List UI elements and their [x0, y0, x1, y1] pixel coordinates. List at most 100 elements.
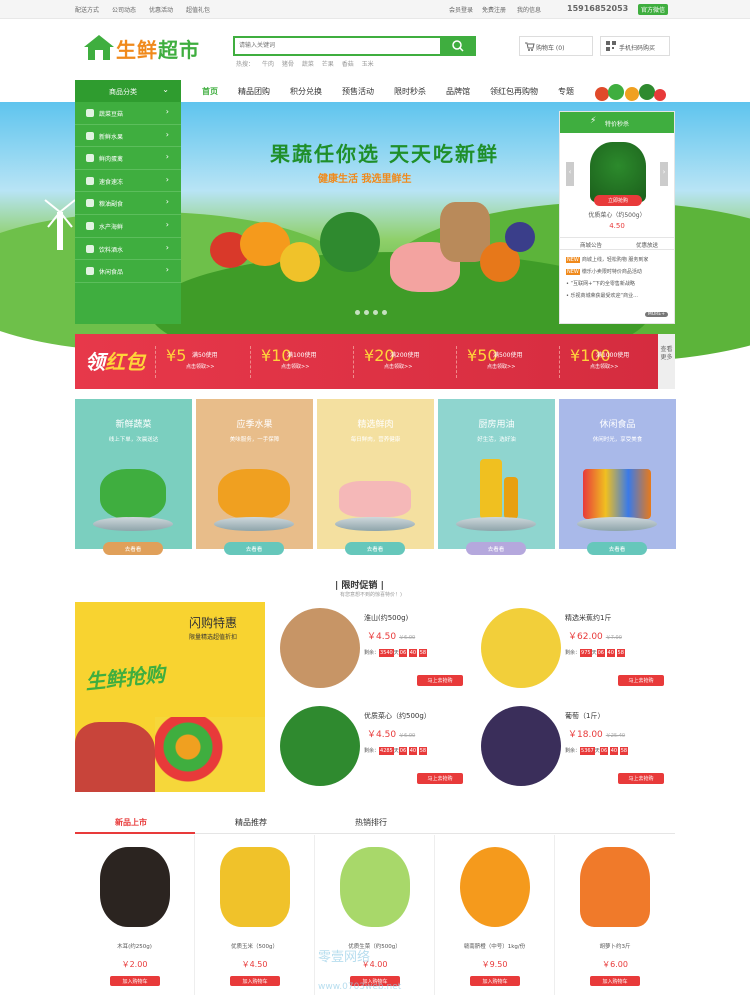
- buy-now-button[interactable]: 马上去抢购: [618, 675, 664, 686]
- coupon-item[interactable]: ¥10 满100使用 点击领取>>: [250, 346, 340, 378]
- promo-card[interactable]: 葡萄（1斤） ￥18.00 ￥25.40 剩余：5367天06 40 58 马上去…: [473, 698, 673, 794]
- nav-item[interactable]: 预售活动: [342, 86, 374, 97]
- buy-now-button[interactable]: 立即抢购: [594, 195, 642, 206]
- nav-item-home[interactable]: 首页: [202, 86, 218, 97]
- product-card[interactable]: 优质玉米（500g） ￥4.50 加入购物车: [195, 835, 315, 995]
- register-link[interactable]: 免费注册: [482, 5, 506, 14]
- product-card[interactable]: 优质生菜（约500g） ￥4.00 加入购物车: [315, 835, 435, 995]
- next-arrow[interactable]: ›: [660, 162, 668, 186]
- topbar-link[interactable]: 超值礼包: [186, 5, 210, 14]
- add-to-cart-button[interactable]: 加入购物车: [590, 976, 640, 986]
- flash-subtitle: 限量精选超值折扣: [189, 634, 238, 641]
- hot-keyword[interactable]: 玉米: [362, 61, 374, 68]
- category-item[interactable]: 速食速冻 ›: [75, 170, 181, 193]
- search-input[interactable]: [235, 38, 435, 54]
- category-item[interactable]: 水产海鲜 ›: [75, 215, 181, 238]
- category-item[interactable]: 蔬菜豆菇 ›: [75, 102, 181, 125]
- news-item[interactable]: • 乐视商城荣获最受欢迎“商业...: [566, 292, 670, 299]
- hot-keyword[interactable]: 猪骨: [282, 61, 294, 68]
- category-header[interactable]: 商品分类 ⌄: [75, 80, 181, 102]
- buy-now-button[interactable]: 马上去抢购: [417, 773, 463, 784]
- view-button[interactable]: 去看看: [466, 542, 526, 555]
- category-icon: [86, 267, 94, 276]
- category-tile[interactable]: 新鲜蔬菜 线上下单，次晨送达 去看看: [75, 399, 192, 555]
- my-info-link[interactable]: 我的信息: [517, 5, 541, 14]
- promo-card[interactable]: 精选米蕉约1斤 ￥62.00 ￥7.00 剩余：975天06 40 58 马上去抢…: [473, 600, 673, 696]
- section-title: | 限时促销 |: [335, 581, 384, 591]
- nav-item[interactable]: 领红包再购物: [490, 86, 538, 97]
- hot-keyword[interactable]: 蔬菜: [302, 61, 314, 68]
- more-button[interactable]: MORE+: [644, 312, 668, 317]
- nav-item[interactable]: 精品团购: [238, 86, 270, 97]
- hot-keyword[interactable]: 香菇: [342, 61, 354, 68]
- view-button[interactable]: 去看看: [224, 542, 284, 555]
- app-qr-button[interactable]: 手机扫码购买: [600, 36, 670, 56]
- prev-arrow[interactable]: ‹: [566, 162, 574, 186]
- coupon-more-button[interactable]: 查看更多: [658, 334, 675, 389]
- tab-new[interactable]: 新品上市: [115, 817, 147, 828]
- product-image: [100, 847, 170, 927]
- phone-number: 15916852053: [567, 4, 629, 13]
- add-to-cart-button[interactable]: 加入购物车: [470, 976, 520, 986]
- product-name[interactable]: 优质菜心（约500g）: [560, 210, 674, 219]
- product-price: 4.50: [609, 222, 625, 230]
- buy-now-button[interactable]: 马上去抢购: [417, 675, 463, 686]
- category-tile[interactable]: 应季水果 美味服务，一手保障 去看看: [196, 399, 313, 555]
- tab-notice[interactable]: 商城公告: [580, 241, 602, 249]
- promo-card[interactable]: 优质菜心（约500g） ￥4.50 ￥6.00 剩余：4285天06 40 58 …: [272, 698, 472, 794]
- cart-button[interactable]: 购物车 (0): [519, 36, 593, 56]
- add-to-cart-button[interactable]: 加入购物车: [230, 976, 280, 986]
- coupon-item[interactable]: ¥20 满200使用 点击领取>>: [353, 346, 443, 378]
- view-button[interactable]: 去看看: [587, 542, 647, 555]
- view-button[interactable]: 去看看: [103, 542, 163, 555]
- nav-item[interactable]: 限时秒杀: [394, 86, 426, 97]
- hot-keyword[interactable]: 牛肉: [262, 61, 274, 68]
- category-item[interactable]: 鲜肉蛋禽 ›: [75, 147, 181, 170]
- news-item[interactable]: NEW 商城上线，轻松购物 服务到家: [566, 256, 670, 263]
- login-link[interactable]: 会员登录: [449, 5, 473, 14]
- category-item[interactable]: 饮料酒水 ›: [75, 238, 181, 261]
- product-image[interactable]: [590, 142, 646, 202]
- news-item[interactable]: • “互联网+”下的全零售新战略: [566, 280, 670, 287]
- search-icon: [452, 40, 464, 52]
- product-card[interactable]: 胡萝卜约3斤 ￥6.00 加入购物车: [555, 835, 675, 995]
- logo[interactable]: 生鲜超市: [80, 30, 215, 66]
- view-button[interactable]: 去看看: [345, 542, 405, 555]
- topbar-link[interactable]: 公司动态: [112, 5, 136, 14]
- category-tile[interactable]: 厨房用油 好生活，选好油 去看看: [438, 399, 555, 555]
- tab-hot[interactable]: 热销排行: [355, 817, 387, 828]
- product-image: [340, 847, 410, 927]
- category-tile[interactable]: 休闲食品 休闲时光，享受美食 去看看: [559, 399, 676, 555]
- hot-keyword[interactable]: 芒果: [322, 61, 334, 68]
- tab-recommend[interactable]: 精品推荐: [235, 817, 267, 828]
- notice-tabs: 商城公告 优惠放送: [560, 237, 674, 250]
- nav-item[interactable]: 专题: [558, 86, 574, 97]
- coupon-item[interactable]: ¥5 满50使用 点击领取>>: [155, 346, 245, 378]
- wechat-button[interactable]: 官方微信: [638, 4, 669, 15]
- nav-item[interactable]: 品牌馆: [446, 86, 470, 97]
- tab-offers[interactable]: 优惠放送: [636, 241, 658, 249]
- category-item[interactable]: 粮油副食 ›: [75, 192, 181, 215]
- nav-item[interactable]: 积分兑换: [290, 86, 322, 97]
- add-to-cart-button[interactable]: 加入购物车: [110, 976, 160, 986]
- carousel-dots[interactable]: [355, 309, 391, 317]
- cart-label: 购物车 (0): [536, 45, 565, 52]
- topbar-link[interactable]: 配送方式: [75, 5, 99, 14]
- buy-now-button[interactable]: 马上去抢购: [618, 773, 664, 784]
- countdown: 剩余：5367天06 40 58: [565, 747, 629, 755]
- category-item[interactable]: 休闲食品 ›: [75, 260, 181, 283]
- coupon-item[interactable]: ¥100 满1000使用 点击领取>>: [559, 346, 649, 378]
- product-card[interactable]: 木耳(约250g) ￥2.00 加入购物车: [75, 835, 195, 995]
- topbar-link[interactable]: 优惠活动: [149, 5, 173, 14]
- category-tile[interactable]: 精选鲜肉 每日鲜肉，营养健康 去看看: [317, 399, 434, 555]
- promo-card[interactable]: 淮山(约500g) ￥4.50 ￥6.00 剩余：3540天06 40 58 马上…: [272, 600, 472, 696]
- hot-keywords: 热搜： 牛肉 猪骨 蔬菜 芒果 香菇 玉米: [236, 59, 380, 68]
- search-button[interactable]: [440, 36, 476, 56]
- flash-title: 闪购特惠: [189, 616, 238, 630]
- windmill-icon: [44, 199, 76, 250]
- news-item[interactable]: NEW 缴乐小卖限时特价商品活动: [566, 268, 670, 275]
- flash-banner[interactable]: 闪购特惠 限量精选超值折扣 生鲜抢购: [75, 602, 265, 792]
- category-item[interactable]: 新鲜水果 ›: [75, 125, 181, 148]
- product-card[interactable]: 赣南脐橙（中号）1kg/份 ￥9.50 加入购物车: [435, 835, 555, 995]
- coupon-item[interactable]: ¥50 满500使用 点击领取>>: [456, 346, 546, 378]
